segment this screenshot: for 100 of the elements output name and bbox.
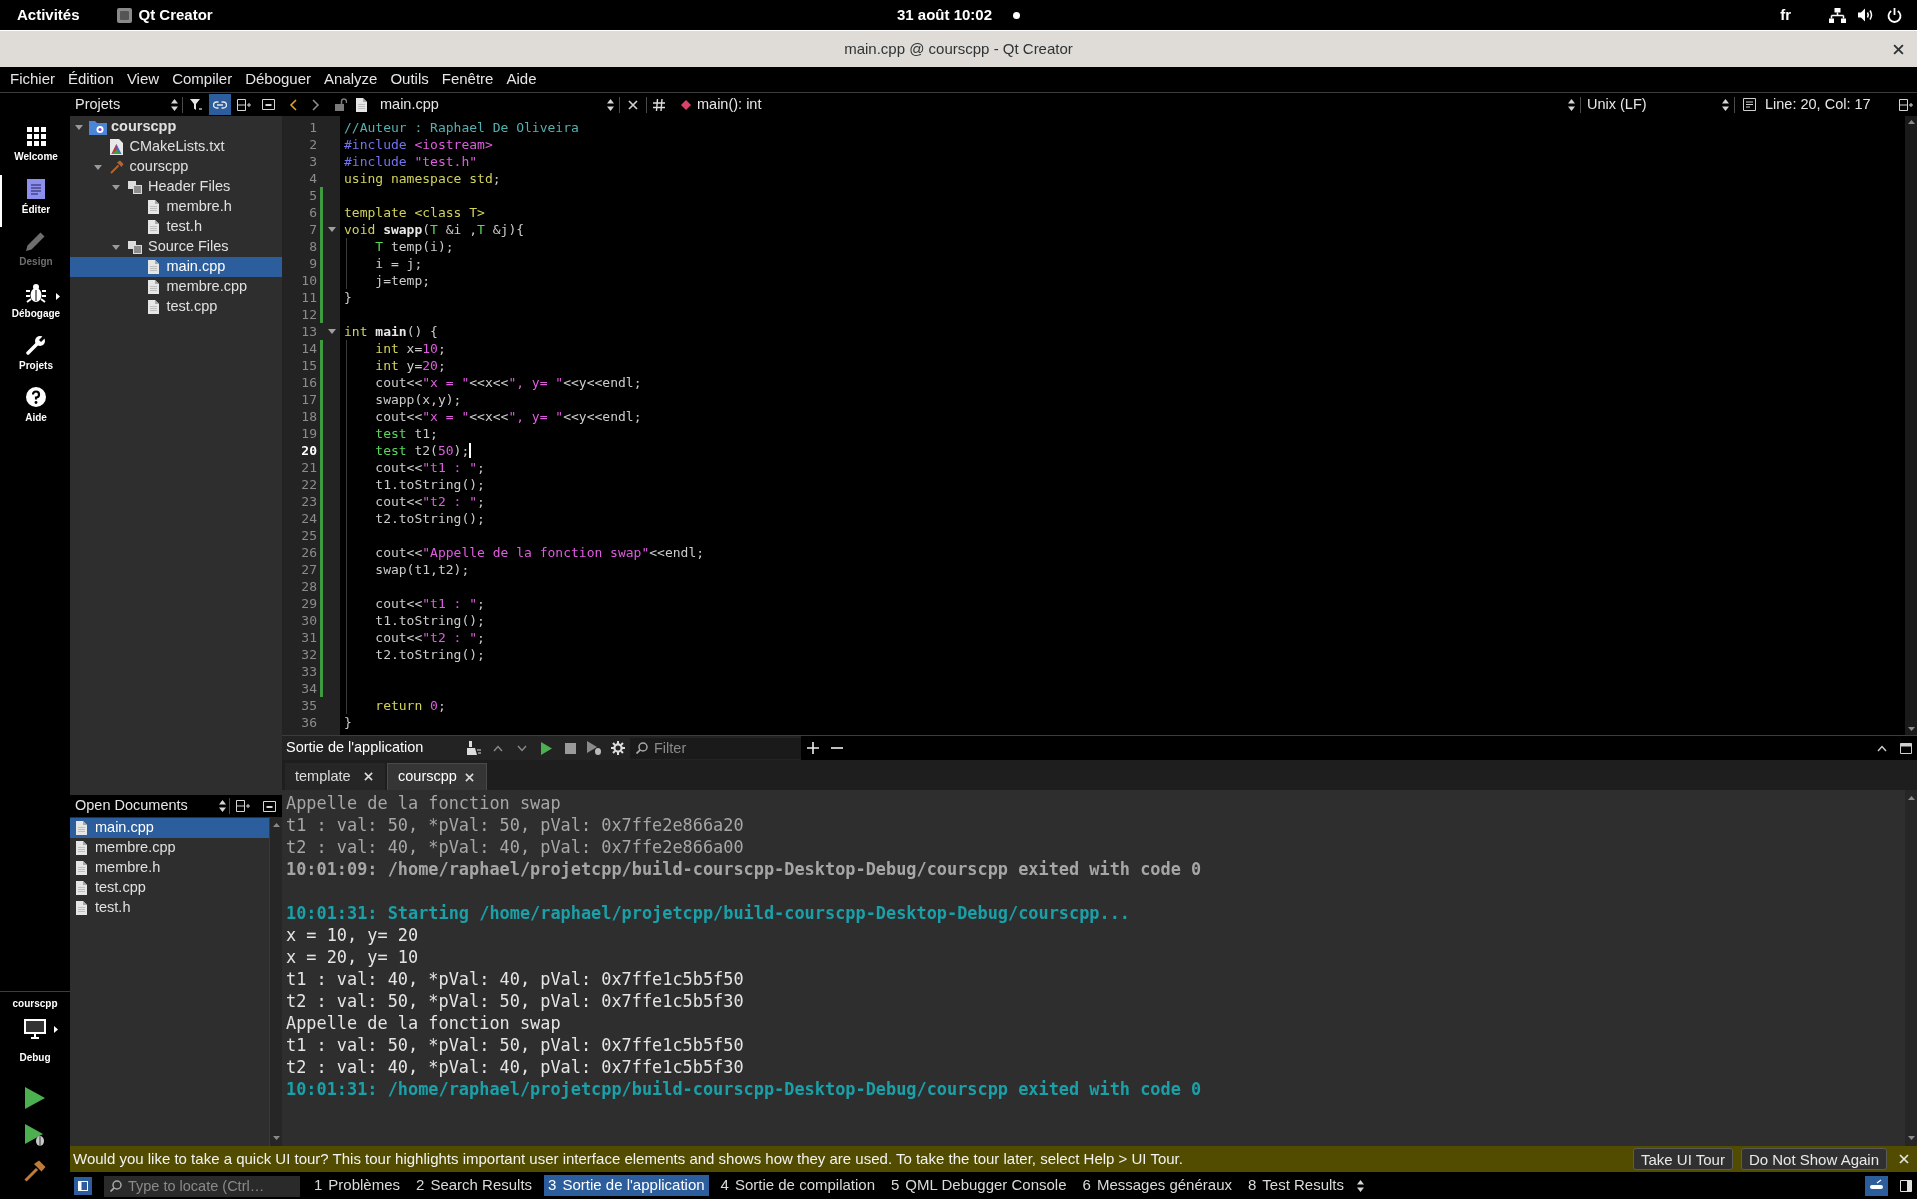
tree-item[interactable]: membre.cpp [70,277,282,297]
run-icon[interactable] [540,741,552,755]
power-icon[interactable] [1887,7,1902,23]
progress-icon[interactable] [1865,1175,1888,1196]
vertical-scrollbar[interactable] [1905,790,1917,1146]
filter-field[interactable]: Filter [630,737,801,759]
debug-run-icon[interactable] [587,741,601,755]
pane-button[interactable]: 5 QML Debugger Console [887,1175,1071,1196]
menu-item[interactable]: Aide [506,68,537,91]
banner-button[interactable]: Do Not Show Again [1740,1148,1887,1170]
keyboard-layout-indicator[interactable]: fr [1780,3,1791,27]
line-ending-selector[interactable]: Unix (LF) [1581,93,1734,116]
scroll-up-icon[interactable] [1907,796,1915,800]
plus-icon[interactable] [807,742,819,754]
debug-run-icon[interactable] [25,1124,45,1146]
tree-item[interactable]: Source Files [70,237,282,257]
cursor-position[interactable]: Line: 20, Col: 17 [1763,93,1895,116]
close-pane-icon[interactable] [262,800,276,812]
menu-item[interactable]: Outils [390,68,429,91]
vertical-scrollbar[interactable] [269,817,282,1146]
mode-button[interactable]: Welcome [0,123,70,175]
scroll-up-icon[interactable] [1907,120,1915,124]
scroll-down-icon[interactable] [272,1136,280,1140]
split-icon[interactable] [236,98,251,111]
stop-icon[interactable] [564,742,576,754]
chevron-down-icon[interactable] [517,744,527,752]
open-document-item[interactable]: membre.cpp [70,838,269,858]
locator-field[interactable]: Type to locate (Ctrl… [104,1176,300,1198]
expand-arrow-icon[interactable] [112,184,120,190]
vertical-scrollbar[interactable] [1905,116,1917,735]
fold-arrow-icon[interactable] [327,329,336,334]
caret-icon[interactable] [56,293,60,300]
open-document-item[interactable]: membre.h [70,858,269,878]
tree-item[interactable]: courscpp [70,157,282,177]
sort-arrows-icon[interactable] [219,800,226,812]
view-selector[interactable]: Projets [70,93,182,116]
mode-button[interactable]: Aide [0,383,70,435]
hammer-icon[interactable] [24,1160,46,1182]
menu-item[interactable]: Déboguer [245,68,312,91]
expand-arrow-icon[interactable] [75,124,83,130]
tree-item[interactable]: test.h [70,217,282,237]
chevron-up-icon[interactable] [1877,744,1887,752]
sort-arrows-icon[interactable] [171,98,178,111]
tree-item[interactable]: membre.h [70,197,282,217]
expand-arrow-icon[interactable] [93,164,102,170]
run-icon[interactable] [25,1087,45,1109]
menu-item[interactable]: View [126,68,160,91]
clock[interactable]: 31 août 10:02 [896,3,992,27]
hash-icon[interactable] [653,98,665,111]
chevron-right-icon[interactable] [312,98,320,111]
symbol-selector[interactable]: main(): int [671,93,1580,116]
app-menu[interactable]: Qt Creator [138,3,213,27]
network-icon[interactable] [1829,7,1846,23]
scroll-up-icon[interactable] [272,823,280,827]
output-tab[interactable]: courscpp [387,763,487,790]
tree-item[interactable]: Header Files [70,177,282,197]
sort-arrows-icon[interactable] [607,98,614,111]
pane-button[interactable]: 3 Sortie de l'application [544,1175,709,1196]
sort-arrows-icon[interactable] [1356,1179,1364,1192]
open-document-item[interactable]: test.cpp [70,878,269,898]
menu-item[interactable]: Fenêtre [441,68,494,91]
build-configuration[interactable]: Debug [19,1052,51,1064]
fold-arrow-icon[interactable] [327,227,336,232]
tree-item[interactable]: main.cpp [70,257,282,277]
sidebar-toggle-icon[interactable] [74,1176,92,1195]
open-document-item[interactable]: main.cpp [70,818,269,838]
mode-button[interactable]: Débogage [0,279,70,331]
tree-item[interactable]: courscpp [70,117,282,137]
app-icon[interactable] [116,7,132,23]
menu-item[interactable]: Compiler [172,68,233,91]
lock-icon[interactable] [335,98,347,111]
scroll-down-icon[interactable] [1907,727,1915,731]
sync-button[interactable] [209,94,231,115]
mode-button[interactable]: Projets [0,331,70,383]
banner-button[interactable]: Take UI Tour [1633,1148,1733,1170]
chevron-left-icon[interactable] [289,98,297,111]
split-icon[interactable] [236,800,250,812]
view-selector[interactable]: Open Documents [70,795,229,817]
monitor-icon[interactable] [24,1019,46,1039]
close-icon[interactable] [1893,43,1904,55]
document-lines-icon[interactable] [1742,98,1756,111]
sort-arrows-icon[interactable] [1568,98,1575,111]
sidebar-right-icon[interactable] [1900,1179,1912,1192]
output-tab[interactable]: template [285,763,385,790]
pane-button[interactable]: 1 Problèmes [310,1175,405,1196]
filter-icon[interactable] [190,98,202,111]
tree-item[interactable]: test.cpp [70,297,282,317]
document-selector[interactable]: main.cpp [354,93,619,116]
sort-arrows-icon[interactable] [1722,98,1729,111]
pane-button[interactable]: 6 Messages généraux [1078,1175,1236,1196]
pane-button[interactable]: 8 Test Results [1244,1175,1349,1196]
brush-icon[interactable] [467,741,481,755]
caret-icon[interactable] [54,1026,58,1033]
menu-item[interactable]: Analyze [324,68,378,91]
close-pane-icon[interactable] [262,99,275,110]
volume-icon[interactable] [1858,8,1874,22]
scroll-down-icon[interactable] [1907,1136,1915,1140]
pane-button[interactable]: 2 Search Results [412,1175,537,1196]
expand-arrow-icon[interactable] [112,244,120,250]
menu-item[interactable]: Fichier [10,68,55,91]
